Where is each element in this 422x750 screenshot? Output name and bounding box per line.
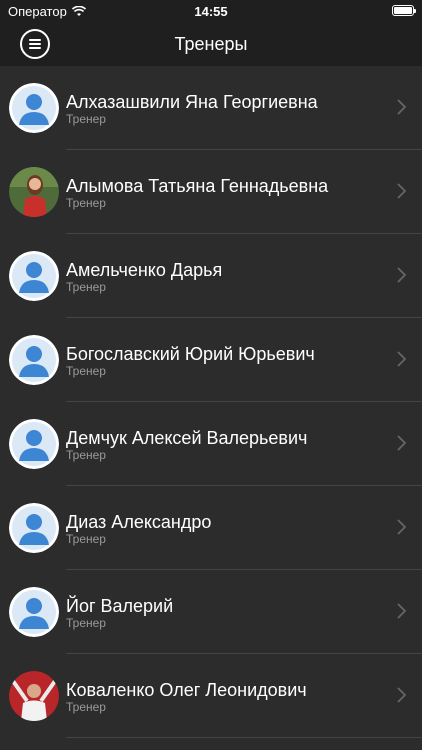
trainer-row[interactable]: Йог Валерий Тренер xyxy=(0,570,422,654)
trainer-row[interactable]: Демчук Алексей Валерьевич Тренер xyxy=(0,402,422,486)
trainer-row[interactable]: Коваленко Олег Леонидович Тренер xyxy=(0,654,422,738)
avatar xyxy=(9,335,59,385)
chevron-right-icon xyxy=(397,183,406,199)
trainer-row[interactable]: Алымова Татьяна Геннадьевна Тренер xyxy=(0,150,422,234)
trainer-name: Демчук Алексей Валерьевич xyxy=(66,428,308,448)
trainer-row[interactable]: Диаз Александро Тренер xyxy=(0,486,422,570)
battery-icon xyxy=(392,5,416,16)
default-avatar-icon xyxy=(9,83,59,133)
photo-avatar-icon xyxy=(9,167,59,217)
default-avatar-icon xyxy=(9,503,59,553)
avatar xyxy=(9,671,59,721)
trainer-name: Богославский Юрий Юрьевич xyxy=(66,344,315,364)
avatar xyxy=(9,83,59,133)
navigation-bar: Тренеры xyxy=(0,22,422,66)
trainer-row[interactable]: Богославский Юрий Юрьевич Тренер xyxy=(0,318,422,402)
avatar xyxy=(9,167,59,217)
trainer-name: Йог Валерий xyxy=(66,596,174,616)
trainer-name: Алымова Татьяна Геннадьевна xyxy=(66,176,329,196)
default-avatar-icon xyxy=(9,335,59,385)
chevron-right-icon xyxy=(397,351,406,367)
trainer-role: Тренер xyxy=(66,112,106,126)
trainer-row[interactable]: Амельченко Дарья Тренер xyxy=(0,234,422,318)
trainer-list: Алхазашвили Яна Георгиевна Тренер Алымов… xyxy=(0,66,422,738)
avatar xyxy=(9,251,59,301)
avatar xyxy=(9,419,59,469)
trainer-name: Диаз Александро xyxy=(66,512,212,532)
clock: 14:55 xyxy=(194,4,228,19)
chevron-right-icon xyxy=(397,267,406,283)
status-bar: Оператор 14:55 xyxy=(0,0,422,22)
default-avatar-icon xyxy=(9,419,59,469)
page-title: Тренеры xyxy=(174,34,248,54)
trainer-role: Тренер xyxy=(66,196,106,210)
avatar xyxy=(9,587,59,637)
trainer-row[interactable]: Алхазашвили Яна Георгиевна Тренер xyxy=(0,66,422,150)
trainer-role: Тренер xyxy=(66,532,106,546)
chevron-right-icon xyxy=(397,99,406,115)
trainer-role: Тренер xyxy=(66,280,106,294)
chevron-right-icon xyxy=(397,687,406,703)
trainer-role: Тренер xyxy=(66,364,106,378)
trainer-name: Алхазашвили Яна Георгиевна xyxy=(66,92,318,112)
trainer-name: Коваленко Олег Леонидович xyxy=(66,680,307,700)
chevron-right-icon xyxy=(397,603,406,619)
trainer-role: Тренер xyxy=(66,616,106,630)
trainer-role: Тренер xyxy=(66,448,106,462)
trainer-role: Тренер xyxy=(66,700,106,714)
photo-avatar-icon xyxy=(9,671,59,721)
default-avatar-icon xyxy=(9,251,59,301)
chevron-right-icon xyxy=(397,519,406,535)
trainer-name: Амельченко Дарья xyxy=(66,260,223,280)
default-avatar-icon xyxy=(9,587,59,637)
avatar xyxy=(9,503,59,553)
chevron-right-icon xyxy=(397,435,406,451)
